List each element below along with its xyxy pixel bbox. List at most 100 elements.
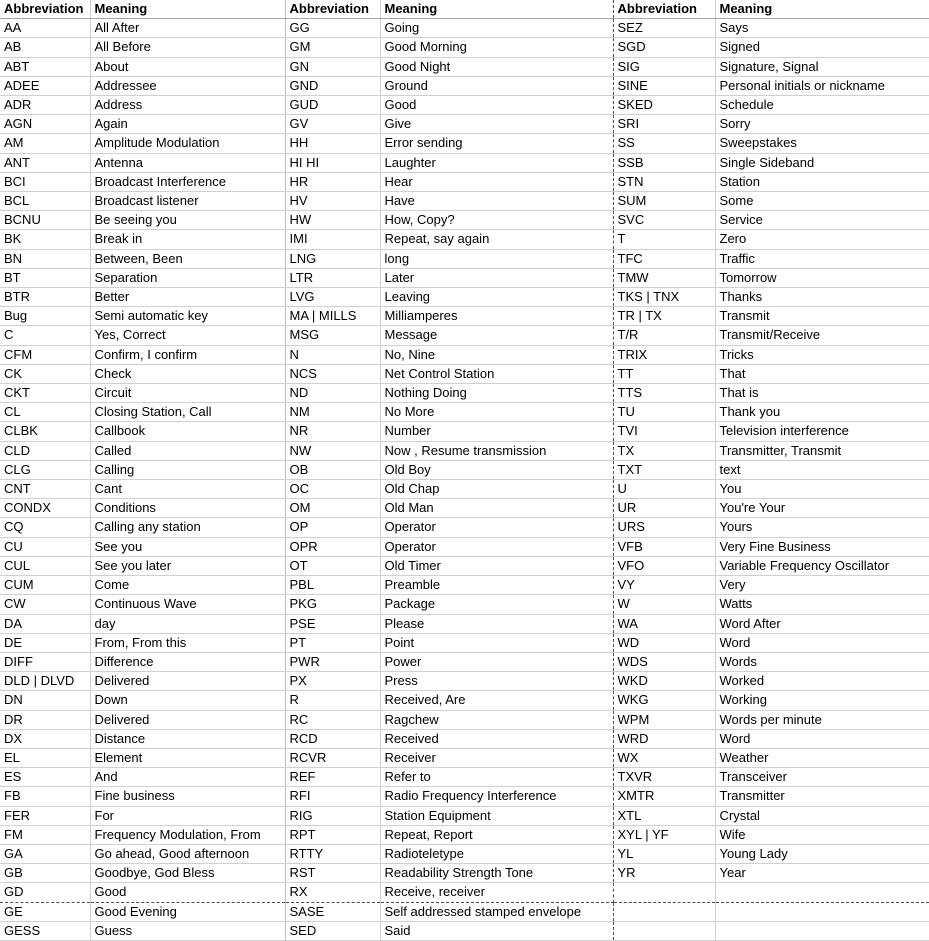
cell-meaning-3[interactable]: Very Fine Business [715,537,929,557]
column-header-abbreviation-1[interactable]: Abbreviation [0,0,91,20]
cell-abbreviation-2[interactable]: ND [285,383,381,404]
cell-meaning-1[interactable]: Conditions [90,498,286,519]
cell-meaning-2[interactable]: Good [380,95,614,116]
cell-meaning-3[interactable] [715,882,929,903]
column-header-meaning-3[interactable]: Meaning [715,0,929,20]
cell-meaning-2[interactable]: Station Equipment [380,806,614,826]
cell-meaning-3[interactable]: Transmitter, Transmit [715,441,929,461]
cell-abbreviation-2[interactable]: RCD [285,729,381,749]
cell-meaning-3[interactable]: You're Your [715,498,929,519]
cell-meaning-2[interactable]: Received [380,729,614,749]
cell-meaning-3[interactable]: Service [715,210,929,231]
cell-meaning-2[interactable]: No More [380,402,614,423]
cell-meaning-3[interactable]: Transceiver [715,767,929,788]
cell-meaning-3[interactable]: Worked [715,671,929,692]
cell-meaning-1[interactable]: Amplitude Modulation [90,133,286,154]
cell-abbreviation-2[interactable]: RTTY [285,844,381,865]
cell-meaning-3[interactable]: Transmit [715,306,929,327]
cell-abbreviation-2[interactable]: OP [285,517,381,538]
cell-abbreviation-3[interactable]: TMW [613,268,716,289]
cell-abbreviation-1[interactable]: FM [0,825,91,845]
cell-meaning-1[interactable]: For [90,806,286,826]
cell-abbreviation-3[interactable]: STN [613,172,716,193]
cell-abbreviation-2[interactable]: GN [285,57,381,77]
cell-abbreviation-1[interactable]: CLBK [0,421,91,442]
cell-abbreviation-2[interactable]: NCS [285,364,381,385]
cell-abbreviation-1[interactable]: CW [0,594,91,615]
cell-meaning-1[interactable]: Delivered [90,710,286,730]
cell-abbreviation-3[interactable]: SVC [613,210,716,231]
cell-abbreviation-1[interactable]: AB [0,37,91,58]
cell-meaning-3[interactable]: That [715,364,929,385]
cell-meaning-3[interactable]: Word After [715,614,929,634]
cell-abbreviation-1[interactable]: CL [0,402,91,423]
cell-meaning-3[interactable]: Watts [715,594,929,615]
cell-meaning-2[interactable]: Radio Frequency Interference [380,786,614,807]
cell-meaning-1[interactable]: Be seeing you [90,210,286,231]
cell-meaning-3[interactable]: Young Lady [715,844,929,865]
cell-abbreviation-3[interactable]: SEZ [613,18,716,39]
cell-abbreviation-2[interactable]: N [285,345,381,365]
cell-abbreviation-1[interactable]: ADEE [0,76,91,97]
cell-abbreviation-1[interactable]: DN [0,690,91,711]
cell-meaning-1[interactable]: See you [90,537,286,557]
cell-abbreviation-1[interactable]: EL [0,748,91,769]
cell-meaning-1[interactable]: Callbook [90,421,286,442]
cell-abbreviation-1[interactable]: BTR [0,287,91,308]
cell-meaning-3[interactable]: Wife [715,825,929,845]
cell-abbreviation-1[interactable]: CONDX [0,498,91,519]
cell-meaning-3[interactable]: Some [715,191,929,212]
cell-abbreviation-1[interactable]: CUL [0,556,91,577]
cell-abbreviation-3[interactable]: TX [613,441,716,461]
cell-meaning-3[interactable]: Single Sideband [715,153,929,173]
cell-abbreviation-3[interactable]: SRI [613,114,716,135]
cell-abbreviation-1[interactable]: Bug [0,306,91,327]
cell-meaning-2[interactable]: Repeat, Report [380,825,614,845]
cell-abbreviation-3[interactable]: U [613,479,716,500]
cell-abbreviation-2[interactable]: HI HI [285,153,381,173]
cell-meaning-1[interactable]: Closing Station, Call [90,402,286,423]
cell-abbreviation-2[interactable]: MSG [285,325,381,346]
cell-meaning-2[interactable]: Old Chap [380,479,614,500]
cell-meaning-1[interactable]: Antenna [90,153,286,173]
cell-abbreviation-2[interactable]: GUD [285,95,381,116]
cell-abbreviation-2[interactable]: GM [285,37,381,58]
cell-meaning-2[interactable]: Milliamperes [380,306,614,327]
cell-abbreviation-3[interactable]: WD [613,633,716,653]
cell-meaning-2[interactable]: Give [380,114,614,135]
cell-abbreviation-2[interactable]: NM [285,402,381,423]
cell-abbreviation-3[interactable]: XTL [613,806,716,826]
cell-meaning-3[interactable] [715,902,929,922]
cell-meaning-1[interactable]: day [90,614,286,634]
cell-abbreviation-2[interactable]: OC [285,479,381,500]
cell-abbreviation-3[interactable]: YL [613,844,716,865]
cell-abbreviation-3[interactable]: WKD [613,671,716,692]
cell-abbreviation-1[interactable]: ADR [0,95,91,116]
cell-meaning-2[interactable]: Preamble [380,575,614,596]
cell-abbreviation-2[interactable]: PX [285,671,381,692]
cell-meaning-3[interactable]: Variable Frequency Oscillator [715,556,929,577]
cell-abbreviation-2[interactable]: RX [285,882,381,903]
cell-abbreviation-3[interactable]: SUM [613,191,716,212]
cell-meaning-1[interactable]: Delivered [90,671,286,692]
cell-meaning-2[interactable]: Old Timer [380,556,614,577]
cell-meaning-2[interactable]: Ragchew [380,710,614,730]
cell-meaning-1[interactable]: Calling any station [90,517,286,538]
cell-abbreviation-3[interactable]: TKS | TNX [613,287,716,308]
cell-abbreviation-3[interactable]: VFB [613,537,716,557]
cell-abbreviation-1[interactable]: CKT [0,383,91,404]
cell-meaning-1[interactable]: Frequency Modulation, From [90,825,286,845]
cell-meaning-3[interactable]: That is [715,383,929,404]
cell-meaning-2[interactable]: Nothing Doing [380,383,614,404]
cell-meaning-3[interactable]: Word [715,633,929,653]
cell-abbreviation-2[interactable]: OPR [285,537,381,557]
cell-meaning-2[interactable]: Radioteletype [380,844,614,865]
cell-meaning-2[interactable]: Ground [380,76,614,97]
cell-meaning-2[interactable]: Old Man [380,498,614,519]
cell-meaning-1[interactable]: Down [90,690,286,711]
cell-abbreviation-3[interactable]: UR [613,498,716,519]
cell-meaning-1[interactable]: Called [90,441,286,461]
cell-meaning-2[interactable]: Good Night [380,57,614,77]
cell-meaning-1[interactable]: Addressee [90,76,286,97]
cell-abbreviation-2[interactable]: PWR [285,652,381,673]
